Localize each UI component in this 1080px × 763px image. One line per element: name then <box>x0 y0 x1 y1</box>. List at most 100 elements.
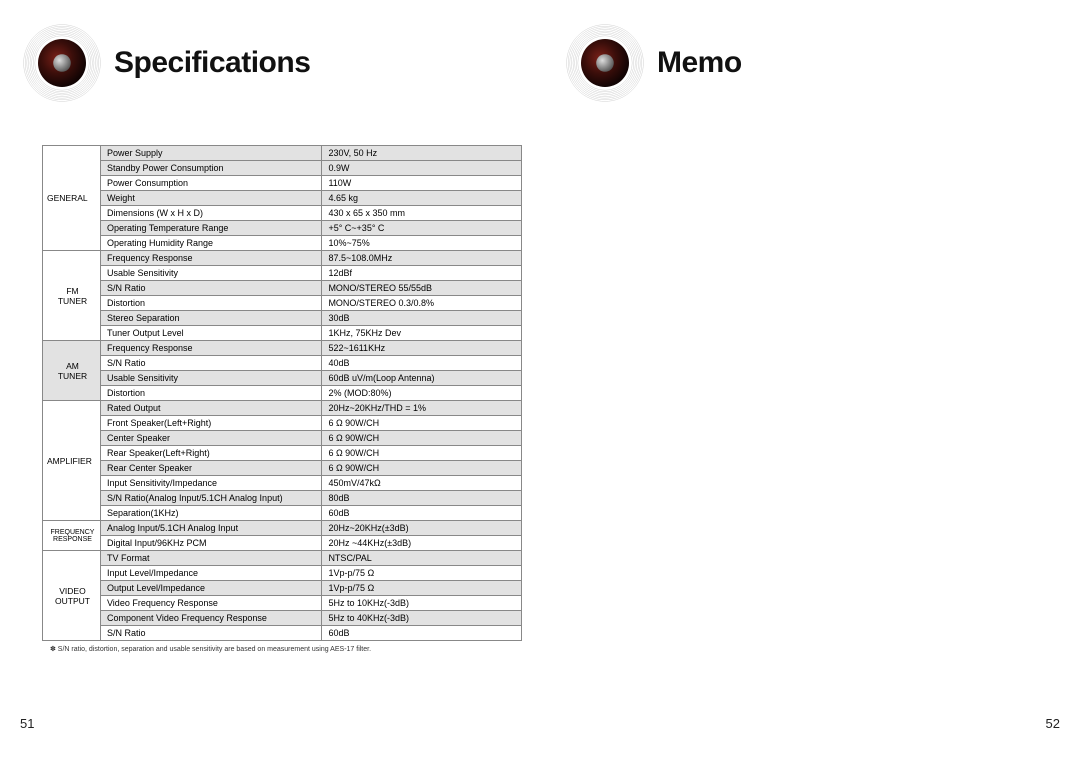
table-row: Operating Humidity Range10%~75% <box>43 236 522 251</box>
spec-name-cell: Rated Output <box>100 401 321 416</box>
table-row: Center Speaker6 Ω 90W/CH <box>43 431 522 446</box>
spec-name-cell: Video Frequency Response <box>100 596 321 611</box>
spec-value-cell: 1Vp-p/75 Ω <box>322 566 522 581</box>
spec-value-cell: 20Hz ~44KHz(±3dB) <box>322 536 522 551</box>
table-row: Standby Power Consumption0.9W <box>43 161 522 176</box>
spec-value-cell: 30dB <box>322 311 522 326</box>
spec-value-cell: 0.9W <box>322 161 522 176</box>
table-row: Input Level/Impedance1Vp-p/75 Ω <box>43 566 522 581</box>
table-row: Video Frequency Response5Hz to 10KHz(-3d… <box>43 596 522 611</box>
spec-value-cell: 450mV/47kΩ <box>322 476 522 491</box>
table-row: Weight4.65 kg <box>43 191 522 206</box>
table-row: Dimensions (W x H x D)430 x 65 x 350 mm <box>43 206 522 221</box>
table-row: AMTUNERFrequency Response522~1611KHz <box>43 341 522 356</box>
spec-name-cell: S/N Ratio(Analog Input/5.1CH Analog Inpu… <box>100 491 321 506</box>
spec-name-cell: Operating Humidity Range <box>100 236 321 251</box>
spec-name-cell: Stereo Separation <box>100 311 321 326</box>
table-row: Rear Speaker(Left+Right)6 Ω 90W/CH <box>43 446 522 461</box>
right-header: Memo <box>565 20 1060 105</box>
category-cell: FMTUNER <box>43 251 101 341</box>
spec-name-cell: Weight <box>100 191 321 206</box>
spec-value-cell: 1KHz, 75KHz Dev <box>322 326 522 341</box>
spec-value-cell: 522~1611KHz <box>322 341 522 356</box>
table-row: S/N RatioMONO/STEREO 55/55dB <box>43 281 522 296</box>
spec-name-cell: S/N Ratio <box>100 626 321 641</box>
spec-name-cell: Component Video Frequency Response <box>100 611 321 626</box>
spec-name-cell: Dimensions (W x H x D) <box>100 206 321 221</box>
spec-value-cell: 12dBf <box>322 266 522 281</box>
spec-value-cell: 1Vp-p/75 Ω <box>322 581 522 596</box>
spec-value-cell: 6 Ω 90W/CH <box>322 461 522 476</box>
table-row: Output Level/Impedance1Vp-p/75 Ω <box>43 581 522 596</box>
spec-value-cell: 5Hz to 40KHz(-3dB) <box>322 611 522 626</box>
spec-name-cell: TV Format <box>100 551 321 566</box>
table-row: S/N Ratio60dB <box>43 626 522 641</box>
spec-name-cell: Power Supply <box>100 146 321 161</box>
spec-name-cell: Frequency Response <box>100 251 321 266</box>
speaker-icon <box>565 23 645 103</box>
table-row: Stereo Separation30dB <box>43 311 522 326</box>
table-row: Usable Sensitivity12dBf <box>43 266 522 281</box>
spec-name-cell: Frequency Response <box>100 341 321 356</box>
speaker-icon <box>22 23 102 103</box>
table-row: FMTUNERFrequency Response87.5~108.0MHz <box>43 251 522 266</box>
spec-value-cell: 60dB <box>322 506 522 521</box>
table-row: Distortion2% (MOD:80%) <box>43 386 522 401</box>
table-row: Rear Center Speaker6 Ω 90W/CH <box>43 461 522 476</box>
spec-value-cell: 6 Ω 90W/CH <box>322 446 522 461</box>
spec-value-cell: 110W <box>322 176 522 191</box>
left-page-number: 51 <box>20 716 34 731</box>
spec-value-cell: 230V, 50 Hz <box>322 146 522 161</box>
spec-name-cell: Usable Sensitivity <box>100 266 321 281</box>
spec-name-cell: Front Speaker(Left+Right) <box>100 416 321 431</box>
table-row: Tuner Output Level1KHz, 75KHz Dev <box>43 326 522 341</box>
footnote: ✽ S/N ratio, distortion, separation and … <box>50 645 515 653</box>
spec-name-cell: Input Sensitivity/Impedance <box>100 476 321 491</box>
spec-name-cell: Input Level/Impedance <box>100 566 321 581</box>
memo-title: Memo <box>657 46 742 80</box>
table-row: Separation(1KHz)60dB <box>43 506 522 521</box>
spec-name-cell: Digital Input/96KHz PCM <box>100 536 321 551</box>
category-cell: VIDEOOUTPUT <box>43 551 101 641</box>
table-row: DistortionMONO/STEREO 0.3/0.8% <box>43 296 522 311</box>
table-row: AMPLIFIERRated Output20Hz~20KHz/THD = 1% <box>43 401 522 416</box>
table-row: Operating Temperature Range+5° C~+35° C <box>43 221 522 236</box>
category-cell: GENERAL <box>43 146 101 251</box>
spec-value-cell: 60dB <box>322 626 522 641</box>
spec-value-cell: MONO/STEREO 55/55dB <box>322 281 522 296</box>
table-row: Power Consumption110W <box>43 176 522 191</box>
spec-name-cell: Output Level/Impedance <box>100 581 321 596</box>
table-row: GENERALPower Supply230V, 50 Hz <box>43 146 522 161</box>
spec-value-cell: 10%~75% <box>322 236 522 251</box>
spec-name-cell: S/N Ratio <box>100 356 321 371</box>
table-row: Digital Input/96KHz PCM20Hz ~44KHz(±3dB) <box>43 536 522 551</box>
spec-table: GENERALPower Supply230V, 50 HzStandby Po… <box>42 145 522 641</box>
table-row: FREQUENCYRESPONSEAnalog Input/5.1CH Anal… <box>43 521 522 536</box>
spec-value-cell: 6 Ω 90W/CH <box>322 431 522 446</box>
specifications-title: Specifications <box>114 46 310 80</box>
spec-name-cell: Standby Power Consumption <box>100 161 321 176</box>
table-row: S/N Ratio(Analog Input/5.1CH Analog Inpu… <box>43 491 522 506</box>
spec-value-cell: NTSC/PAL <box>322 551 522 566</box>
spec-name-cell: Tuner Output Level <box>100 326 321 341</box>
spec-name-cell: Distortion <box>100 386 321 401</box>
spec-value-cell: 87.5~108.0MHz <box>322 251 522 266</box>
left-page: Specifications GENERALPower Supply230V, … <box>0 0 540 763</box>
category-cell: FREQUENCYRESPONSE <box>43 521 101 551</box>
category-cell: AMTUNER <box>43 341 101 401</box>
table-row: VIDEOOUTPUTTV FormatNTSC/PAL <box>43 551 522 566</box>
spec-name-cell: S/N Ratio <box>100 281 321 296</box>
spec-name-cell: Center Speaker <box>100 431 321 446</box>
spec-name-cell: Rear Speaker(Left+Right) <box>100 446 321 461</box>
spec-name-cell: Rear Center Speaker <box>100 461 321 476</box>
table-row: Usable Sensitivity60dB uV/m(Loop Antenna… <box>43 371 522 386</box>
spec-value-cell: 2% (MOD:80%) <box>322 386 522 401</box>
spec-value-cell: 40dB <box>322 356 522 371</box>
spec-value-cell: 4.65 kg <box>322 191 522 206</box>
spec-value-cell: MONO/STEREO 0.3/0.8% <box>322 296 522 311</box>
spec-value-cell: 5Hz to 10KHz(-3dB) <box>322 596 522 611</box>
table-row: S/N Ratio40dB <box>43 356 522 371</box>
spec-name-cell: Analog Input/5.1CH Analog Input <box>100 521 321 536</box>
spec-value-cell: 60dB uV/m(Loop Antenna) <box>322 371 522 386</box>
table-row: Input Sensitivity/Impedance450mV/47kΩ <box>43 476 522 491</box>
